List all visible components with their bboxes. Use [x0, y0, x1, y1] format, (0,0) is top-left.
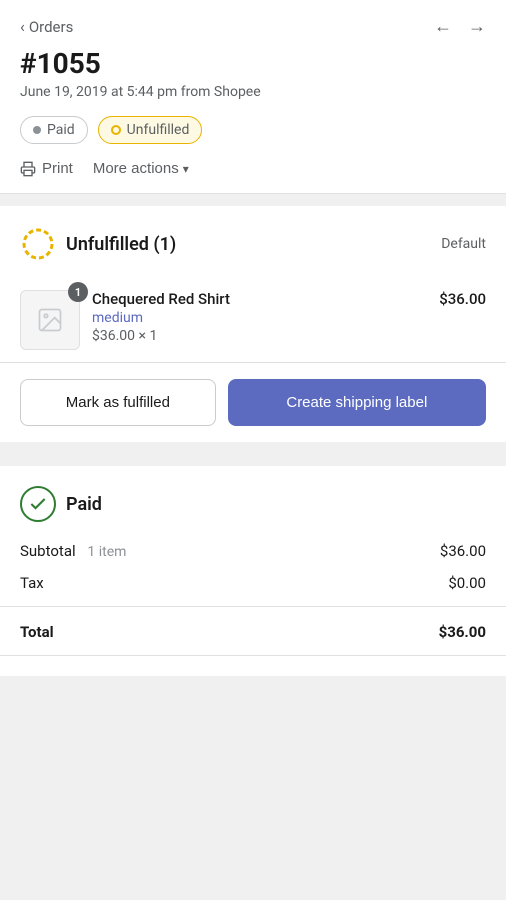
section-gap-1	[0, 194, 506, 206]
nav-arrows: ← →	[434, 16, 486, 37]
paid-status-icon	[20, 486, 56, 522]
subtotal-label: Subtotal	[20, 542, 76, 560]
create-shipping-button[interactable]: Create shipping label	[228, 379, 486, 426]
tax-row: Tax $0.00	[20, 574, 486, 592]
product-total: $36.00	[439, 290, 486, 308]
unfulfilled-title-text: Unfulfilled (1)	[66, 234, 176, 255]
product-item: 1 Chequered Red Shirt medium $36.00 × 1 …	[20, 278, 486, 362]
tax-amount: $0.00	[448, 574, 486, 592]
product-placeholder-icon	[36, 306, 64, 334]
header-section: ‹ Orders ← → #1055 June 19, 2019 at 5:44…	[0, 0, 506, 194]
unfulfilled-title-wrap: Unfulfilled (1)	[20, 226, 176, 262]
total-amount: $36.00	[439, 623, 486, 641]
paid-title: Paid	[66, 494, 102, 515]
product-variant: medium	[92, 310, 427, 326]
paid-section: Paid Subtotal 1 item $36.00 Tax $0.00 To…	[0, 466, 506, 676]
quantity-badge: 1	[68, 282, 88, 302]
product-details: Chequered Red Shirt medium $36.00 × 1	[92, 290, 427, 344]
product-image-wrap: 1	[20, 290, 80, 350]
product-price-qty: $36.00 × 1	[92, 328, 427, 344]
paid-dot-icon	[33, 126, 41, 134]
back-chevron-icon: ‹	[20, 17, 25, 36]
print-label: Print	[42, 160, 73, 177]
unfulfilled-badge: Unfulfilled	[98, 116, 203, 144]
order-date: June 19, 2019 at 5:44 pm from Shopee	[20, 84, 486, 100]
tax-label: Tax	[20, 574, 44, 592]
back-label: Orders	[29, 18, 74, 36]
unfulfilled-status-icon	[20, 226, 56, 262]
paid-badge: Paid	[20, 116, 88, 144]
subtotal-amount: $36.00	[440, 542, 486, 560]
total-label: Total	[20, 623, 54, 641]
print-icon	[20, 161, 36, 177]
unfulfilled-circle-icon	[111, 125, 121, 135]
subtotal-items: 1 item	[87, 544, 126, 560]
action-buttons: Mark as fulfilled Create shipping label	[0, 362, 506, 442]
unfulfilled-badge-label: Unfulfilled	[127, 122, 190, 138]
chevron-down-icon: ▾	[183, 162, 189, 176]
unfulfilled-default-label: Default	[441, 236, 486, 252]
next-order-button[interactable]: →	[468, 16, 486, 37]
unfulfilled-header: Unfulfilled (1) Default	[20, 226, 486, 262]
total-row: Total $36.00	[20, 619, 486, 641]
paid-header: Paid	[20, 486, 486, 522]
prev-order-button[interactable]: ←	[434, 16, 452, 37]
back-link[interactable]: ‹ Orders	[20, 17, 73, 36]
subtotal-row: Subtotal 1 item $36.00	[20, 542, 486, 560]
print-button[interactable]: Print	[20, 160, 73, 177]
order-id: #1055	[20, 47, 486, 80]
paid-badge-label: Paid	[47, 122, 75, 138]
checkmark-icon	[28, 494, 48, 514]
unfulfilled-section: Unfulfilled (1) Default 1 Chequered Red …	[0, 206, 506, 442]
more-actions-button[interactable]: More actions ▾	[93, 160, 189, 177]
subtotal-label-wrap: Subtotal 1 item	[20, 542, 126, 560]
nav-bar: ‹ Orders ← →	[20, 16, 486, 37]
product-name: Chequered Red Shirt	[92, 290, 427, 308]
mark-fulfilled-button[interactable]: Mark as fulfilled	[20, 379, 216, 426]
more-actions-label: More actions	[93, 160, 179, 177]
bottom-divider	[0, 655, 506, 656]
actions-bar: Print More actions ▾	[20, 160, 486, 177]
badges: Paid Unfulfilled	[20, 116, 486, 144]
section-gap-2	[0, 442, 506, 454]
